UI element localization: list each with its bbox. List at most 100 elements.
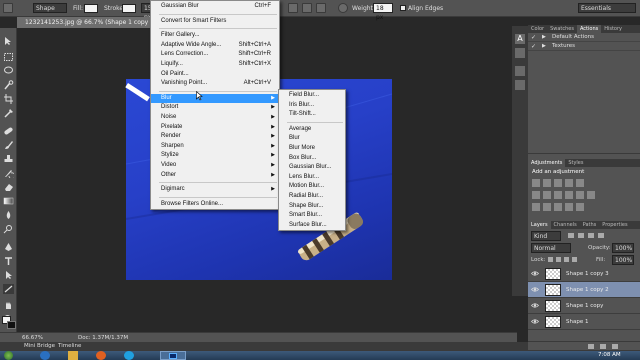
tab-timeline[interactable]: Timeline <box>58 343 81 349</box>
blur-menu-item-lens-blur[interactable]: Lens Blur... <box>279 173 345 183</box>
new-layer-icon[interactable] <box>600 344 606 349</box>
eye-icon[interactable] <box>531 318 539 325</box>
hue-saturation-icon[interactable] <box>532 191 540 199</box>
selective-color-icon[interactable] <box>576 203 584 211</box>
layer-row[interactable]: Shape 1 copy 3 <box>528 266 640 282</box>
layer-thumbnail[interactable] <box>545 300 561 312</box>
filter-adjustment-icon[interactable] <box>578 233 584 238</box>
layer-row[interactable]: Shape 1 copy <box>528 298 640 314</box>
color-lookup-icon[interactable] <box>587 191 595 199</box>
layer-name[interactable]: Shape 1 <box>566 319 588 325</box>
filter-menu-item-digimarc[interactable]: Digimarc ▶ <box>151 185 279 195</box>
tab-swatches[interactable]: Swatches <box>547 25 577 33</box>
path-align-icon[interactable] <box>302 3 312 13</box>
crop-tool-icon[interactable] <box>3 94 14 104</box>
expand-arrow-icon[interactable]: ▶ <box>542 33 546 42</box>
filter-menu-item-blur[interactable]: Blur ▶ <box>151 93 279 104</box>
color-balance-icon[interactable] <box>543 191 551 199</box>
posterize-icon[interactable] <box>543 203 551 211</box>
blur-menu-item-motion-blur[interactable]: Motion Blur... <box>279 182 345 192</box>
blur-menu-item-average[interactable]: Average <box>279 125 345 135</box>
filter-menu-item-render[interactable]: Render ▶ <box>151 132 279 142</box>
layer-row[interactable]: Shape 1 copy 2 <box>528 282 640 298</box>
threshold-icon[interactable] <box>554 203 562 211</box>
blur-menu-item-gaussian-blur[interactable]: Gaussian Blur... <box>279 163 345 173</box>
fill-swatch[interactable] <box>84 4 98 13</box>
tab-layers[interactable]: Layers <box>528 221 551 229</box>
action-set-default[interactable]: ✓ ▶ Default Actions <box>528 33 640 42</box>
character-panel-icon[interactable]: A <box>515 34 525 44</box>
filter-menu-item-oil-paint[interactable]: Oil Paint... <box>151 70 279 80</box>
filter-menu-item-other[interactable]: Other ▶ <box>151 171 279 181</box>
tab-channels[interactable]: Channels <box>551 221 580 229</box>
eye-icon[interactable] <box>531 286 539 293</box>
blur-menu-item-tilt-shift[interactable]: Tilt-Shift... <box>279 110 345 120</box>
fill-field[interactable]: 100% <box>612 255 634 265</box>
filter-menu-item-noise[interactable]: Noise ▶ <box>151 113 279 123</box>
vibrance-icon[interactable] <box>576 179 584 187</box>
paragraph-panel-icon[interactable] <box>515 48 525 58</box>
align-edges-checkbox[interactable] <box>400 5 406 11</box>
photo-filter-icon[interactable] <box>565 191 573 199</box>
invert-icon[interactable] <box>532 203 540 211</box>
filter-menu-item-vanishing-point[interactable]: Vanishing Point... Alt+Ctrl+V <box>151 79 279 89</box>
lock-all-icon[interactable] <box>572 257 577 262</box>
opacity-field[interactable]: 100% <box>612 243 634 253</box>
filter-menu-item-stylize[interactable]: Stylize ▶ <box>151 151 279 161</box>
levels-icon[interactable] <box>543 179 551 187</box>
stroke-swatch[interactable] <box>122 4 136 13</box>
filter-menu-item-distort[interactable]: Distort ▶ <box>151 103 279 113</box>
brightness-icon[interactable] <box>532 179 540 187</box>
blur-menu-item-smart-blur[interactable]: Smart Blur... <box>279 211 345 221</box>
weight-field[interactable]: 18 px <box>373 3 393 21</box>
new-group-icon[interactable] <box>588 344 594 349</box>
marquee-tool-icon[interactable] <box>3 52 14 62</box>
path-arrange-icon[interactable] <box>316 3 326 13</box>
gear-icon[interactable] <box>338 3 348 13</box>
lock-position-icon[interactable] <box>564 257 569 262</box>
move-tool-icon[interactable] <box>3 36 14 46</box>
filter-menu-item-video[interactable]: Video ▶ <box>151 161 279 171</box>
clone-source-panel-icon[interactable] <box>515 80 525 90</box>
tab-styles[interactable]: Styles <box>565 159 586 167</box>
quick-select-tool-icon[interactable] <box>3 80 14 90</box>
dodge-tool-icon[interactable] <box>3 224 14 234</box>
healing-brush-tool-icon[interactable] <box>3 126 14 136</box>
brush-panel-icon[interactable] <box>515 66 525 76</box>
filter-menu-item-sharpen[interactable]: Sharpen ▶ <box>151 142 279 152</box>
lasso-tool-icon[interactable] <box>3 66 14 76</box>
filter-menu-item-convert-for-smart-filters[interactable]: Convert for Smart Filters <box>151 17 279 27</box>
zoom-level[interactable]: 66.67% <box>22 335 43 341</box>
tab-properties[interactable]: Properties <box>599 221 630 229</box>
eye-icon[interactable] <box>531 302 539 309</box>
eraser-tool-icon[interactable] <box>3 182 14 192</box>
expand-arrow-icon[interactable]: ▶ <box>542 42 546 51</box>
tab-history[interactable]: History <box>601 25 625 33</box>
shape-mode-select[interactable]: Shape <box>33 3 67 13</box>
filter-menu-item-liquify[interactable]: Liquify... Shift+Ctrl+X <box>151 60 279 70</box>
workspace-select[interactable]: Essentials <box>578 3 636 13</box>
path-selection-tool-icon[interactable] <box>3 270 14 280</box>
layer-thumbnail[interactable] <box>545 268 561 280</box>
black-white-icon[interactable] <box>554 191 562 199</box>
blur-tool-icon[interactable] <box>3 210 14 220</box>
clone-stamp-tool-icon[interactable] <box>3 154 14 164</box>
shape-tool-icon[interactable] <box>3 3 13 13</box>
layer-name[interactable]: Shape 1 copy 3 <box>566 271 609 277</box>
lock-transparent-icon[interactable] <box>548 257 553 262</box>
photoshop-taskbar-button[interactable] <box>160 351 186 360</box>
explorer-taskbar-icon[interactable] <box>68 351 78 360</box>
layer-name[interactable]: Shape 1 copy 2 <box>566 287 609 293</box>
layer-name[interactable]: Shape 1 copy <box>566 303 603 309</box>
blur-menu-item-blur[interactable]: Blur <box>279 134 345 144</box>
blur-menu-item-field-blur[interactable]: Field Blur... <box>279 91 345 101</box>
layer-thumbnail[interactable] <box>545 316 561 328</box>
trash-icon[interactable] <box>612 344 618 349</box>
history-brush-tool-icon[interactable] <box>3 168 14 178</box>
eye-icon[interactable] <box>531 270 539 277</box>
filter-menu-item-gaussian-blur[interactable]: Gaussian Blur Ctrl+F <box>151 2 279 12</box>
blur-menu-item-iris-blur[interactable]: Iris Blur... <box>279 101 345 111</box>
brush-tool-icon[interactable] <box>3 140 14 150</box>
media-taskbar-icon[interactable] <box>96 351 106 360</box>
chrome-taskbar-icon[interactable] <box>124 351 134 360</box>
